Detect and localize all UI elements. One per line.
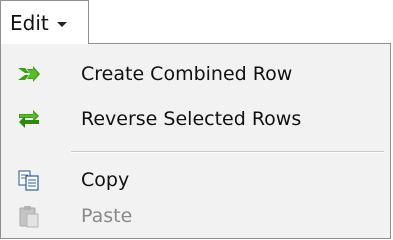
menu-separator [71, 151, 384, 153]
edit-menu-label: Edit [10, 10, 49, 35]
menu-item-label: Paste [81, 205, 133, 227]
combine-rows-icon [16, 61, 42, 87]
paste-icon [16, 203, 42, 229]
menu-item-reverse-selected-rows[interactable]: Reverse Selected Rows [1, 97, 390, 141]
chevron-down-icon [56, 21, 67, 27]
menu-item-paste[interactable]: Paste [1, 194, 390, 238]
reverse-rows-icon [16, 106, 42, 132]
menu-item-label: Reverse Selected Rows [81, 108, 302, 130]
menu-item-label: Copy [81, 169, 130, 191]
copy-icon [16, 167, 42, 193]
edit-dropdown-menu: Create Combined Row Reverse Selected Row… [0, 43, 391, 239]
edit-menu-button[interactable]: Edit [0, 0, 89, 44]
menu-item-create-combined-row[interactable]: Create Combined Row [1, 52, 390, 96]
menu-item-label: Create Combined Row [81, 63, 293, 85]
